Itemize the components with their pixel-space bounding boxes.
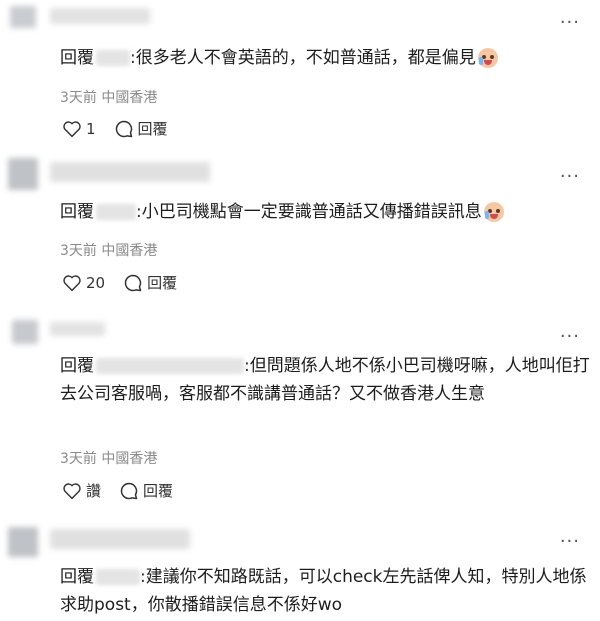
heart-icon [63,274,81,291]
like-count: 1 [86,119,96,138]
comment-meta: 3天前 中國香港 [60,90,158,106]
like-label: 讚 [86,482,102,500]
comment-actions: 讚 回覆 [62,480,191,501]
comment-actions: 20 回覆 [62,272,195,293]
masked-username [96,50,130,66]
comment-item: ··· 回覆:但問題係人地不係小巴司機呀嘛，人地叫佢打去公司客服喎，客服都不識講… [0,310,600,515]
reply-prefix: 回覆 [60,356,94,376]
like-button[interactable]: 20 [62,274,105,292]
comment-meta: 3天前 中國香港 [60,451,158,467]
masked-username [96,569,140,585]
reply-button[interactable]: 回覆 [119,480,173,501]
comment-bubble-icon [120,482,138,499]
masked-username [96,358,244,374]
like-button[interactable]: 讚 [62,480,101,501]
comment-bubble-icon [115,120,132,137]
like-count: 20 [86,273,106,292]
comment-body: :很多老人不會英語的，不如普通話，都是偏見 [130,48,476,68]
reply-button[interactable]: 回覆 [114,118,168,139]
reply-label: 回覆 [147,274,178,292]
crying-laughing-emoji-icon [477,48,498,68]
reply-label: 回覆 [143,482,174,500]
more-options-icon[interactable]: ··· [560,533,580,551]
reply-prefix: 回覆 [60,202,94,222]
username-masked[interactable] [50,322,105,336]
reply-label: 回覆 [137,120,168,138]
avatar[interactable] [8,527,38,557]
masked-username [96,204,136,220]
comment-item: ··· 回覆 :小巴司機點會一定要識普通話又傳播錯誤訊息 3天前 中國香港 20 … [0,150,600,310]
comment-item: ··· 回覆:建議你不知路既話，可以check左先話俾人知，特別人地係求助pos… [0,515,600,621]
comment-text: 回覆:建議你不知路既話，可以check左先話俾人知，特別人地係求助post，你散… [60,563,590,619]
avatar[interactable] [12,320,38,344]
comment-actions: 1 回覆 [62,118,186,139]
comment-bubble-icon [124,274,142,291]
username-masked[interactable] [50,8,150,24]
avatar[interactable] [10,6,36,28]
reply-prefix: 回覆 [60,48,94,68]
more-options-icon[interactable]: ··· [560,14,580,32]
comment-body: :小巴司機點會一定要識普通話又傳播錯誤訊息 [136,202,482,222]
comment-text: 回覆:但問題係人地不係小巴司機呀嘛，人地叫佢打去公司客服喎，客服都不識講普通話？… [60,352,590,408]
more-options-icon[interactable]: ··· [560,328,580,346]
username-masked[interactable] [50,162,210,182]
comment-text: 回覆 :小巴司機點會一定要識普通話又傳播錯誤訊息 [60,198,590,226]
comment-meta: 3天前 中國香港 [60,243,158,259]
username-masked[interactable] [50,529,190,549]
like-button[interactable]: 1 [62,120,96,138]
avatar[interactable] [8,158,38,190]
more-options-icon[interactable]: ··· [560,168,580,186]
heart-icon [63,482,81,499]
crying-laughing-emoji-icon [483,202,504,222]
comment-item: ··· 回覆 :很多老人不會英語的，不如普通話，都是偏見 3天前 中國香港 1 回… [0,0,600,150]
reply-button[interactable]: 回覆 [123,272,177,293]
heart-icon [63,120,81,137]
reply-prefix: 回覆 [60,567,94,587]
comment-text: 回覆 :很多老人不會英語的，不如普通話，都是偏見 [60,44,590,72]
